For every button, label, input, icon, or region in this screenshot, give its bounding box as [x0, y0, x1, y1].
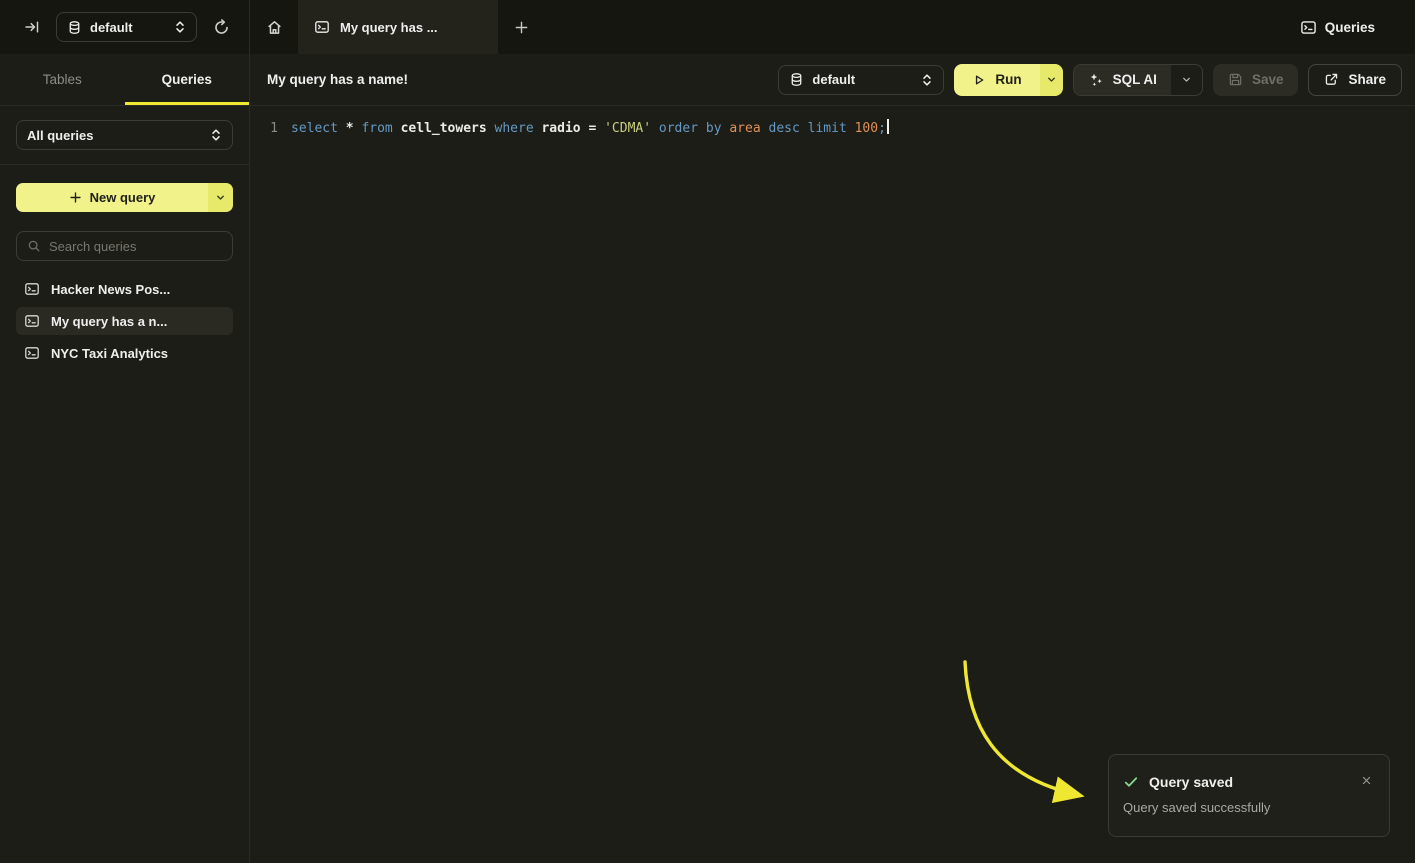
terminal-icon	[1300, 19, 1317, 36]
share-icon	[1324, 72, 1339, 87]
new-query-label: New query	[90, 190, 156, 205]
toast-header: Query saved	[1123, 774, 1375, 790]
tab-label: My query has ...	[340, 20, 438, 35]
tab-queries[interactable]: Queries	[125, 54, 250, 105]
toast-close-button[interactable]	[1357, 771, 1375, 789]
run-dropdown-button[interactable]	[1040, 64, 1063, 96]
terminal-icon	[24, 345, 40, 361]
query-filter-value: All queries	[27, 128, 93, 143]
page-title: My query has a name!	[267, 72, 408, 87]
toolbar: default Run	[778, 64, 1402, 96]
query-list: Hacker News Pos... My query has a n...	[16, 275, 233, 367]
plus-icon	[69, 191, 82, 204]
toast-query-saved: Query saved Query saved successfully	[1108, 754, 1390, 837]
chevron-updown-icon	[921, 73, 933, 87]
top-bar: default	[0, 0, 1415, 54]
chevron-updown-icon	[174, 20, 186, 34]
toast-title: Query saved	[1149, 774, 1233, 790]
collapse-sidebar-button[interactable]	[18, 13, 46, 41]
database-selector-value: default	[90, 20, 166, 35]
database-selector[interactable]: default	[56, 12, 197, 42]
chevron-down-icon	[1046, 74, 1057, 85]
save-label: Save	[1252, 72, 1284, 87]
run-label: Run	[995, 72, 1021, 87]
chevron-updown-icon	[210, 128, 222, 142]
terminal-icon	[24, 281, 40, 297]
play-icon	[972, 73, 986, 87]
database-selector[interactable]: default	[778, 65, 944, 95]
sql-ai-split-button: SQL AI	[1073, 64, 1203, 96]
sparkles-icon	[1088, 72, 1104, 88]
new-tab-button[interactable]	[498, 0, 544, 54]
top-bar-spacer	[544, 0, 1300, 54]
toast-message: Query saved successfully	[1123, 800, 1375, 815]
query-item-label: NYC Taxi Analytics	[51, 346, 168, 361]
search-icon	[27, 239, 41, 253]
sql-ai-dropdown-button[interactable]	[1171, 65, 1202, 95]
main-panel: My query has a name! default	[250, 54, 1415, 863]
run-button[interactable]: Run	[954, 64, 1039, 96]
save-icon	[1228, 72, 1243, 87]
search-queries-box	[16, 231, 233, 261]
query-list-item-selected[interactable]: My query has a n...	[16, 307, 233, 335]
text-cursor	[887, 119, 889, 134]
arrow-to-bar-icon	[24, 19, 40, 35]
sidebar-body: All queries New query	[0, 106, 249, 381]
refresh-icon	[213, 19, 230, 36]
query-list-item[interactable]: NYC Taxi Analytics	[16, 339, 233, 367]
refresh-button[interactable]	[207, 13, 235, 41]
terminal-icon	[24, 313, 40, 329]
tab-my-query[interactable]: My query has ...	[298, 0, 498, 54]
sidebar-tabs: Tables Queries	[0, 54, 249, 106]
sql-code-line[interactable]: select * from cell_towers where radio = …	[291, 119, 889, 139]
home-icon	[266, 19, 283, 36]
share-label: Share	[1348, 72, 1386, 87]
close-icon	[1361, 775, 1372, 786]
chevron-down-icon	[1181, 74, 1192, 85]
run-split-button: Run	[954, 64, 1062, 96]
home-button[interactable]	[250, 0, 298, 54]
search-queries-input[interactable]	[49, 239, 225, 254]
line-number: 1	[266, 119, 278, 139]
main-header: My query has a name! default	[250, 54, 1415, 106]
query-filter-select[interactable]: All queries	[16, 120, 233, 150]
database-selector-value: default	[812, 72, 855, 87]
new-query-split-button: New query	[16, 183, 233, 212]
sql-editor[interactable]: 1 select * from cell_towers where radio …	[250, 106, 1415, 139]
sql-ai-label: SQL AI	[1113, 72, 1157, 87]
query-item-label: Hacker News Pos...	[51, 282, 170, 297]
check-icon	[1123, 774, 1139, 790]
share-button[interactable]: Share	[1308, 64, 1402, 96]
database-icon	[789, 72, 804, 87]
top-bar-left: default	[0, 0, 250, 54]
divider	[0, 164, 249, 165]
new-query-dropdown-button[interactable]	[208, 183, 233, 212]
terminal-icon	[314, 19, 330, 35]
chevron-down-icon	[215, 192, 226, 203]
new-query-button[interactable]: New query	[16, 183, 208, 212]
database-icon	[67, 20, 82, 35]
tab-tables[interactable]: Tables	[0, 54, 125, 105]
queries-indicator-label: Queries	[1325, 20, 1375, 35]
query-list-item[interactable]: Hacker News Pos...	[16, 275, 233, 303]
sidebar: Tables Queries All queries New query	[0, 54, 250, 863]
query-item-label: My query has a n...	[51, 314, 167, 329]
plus-icon	[514, 20, 529, 35]
sql-ai-button[interactable]: SQL AI	[1074, 65, 1171, 95]
save-button[interactable]: Save	[1213, 64, 1299, 96]
tab-strip: My query has ... Queries	[250, 0, 1415, 54]
queries-indicator[interactable]: Queries	[1300, 0, 1415, 54]
